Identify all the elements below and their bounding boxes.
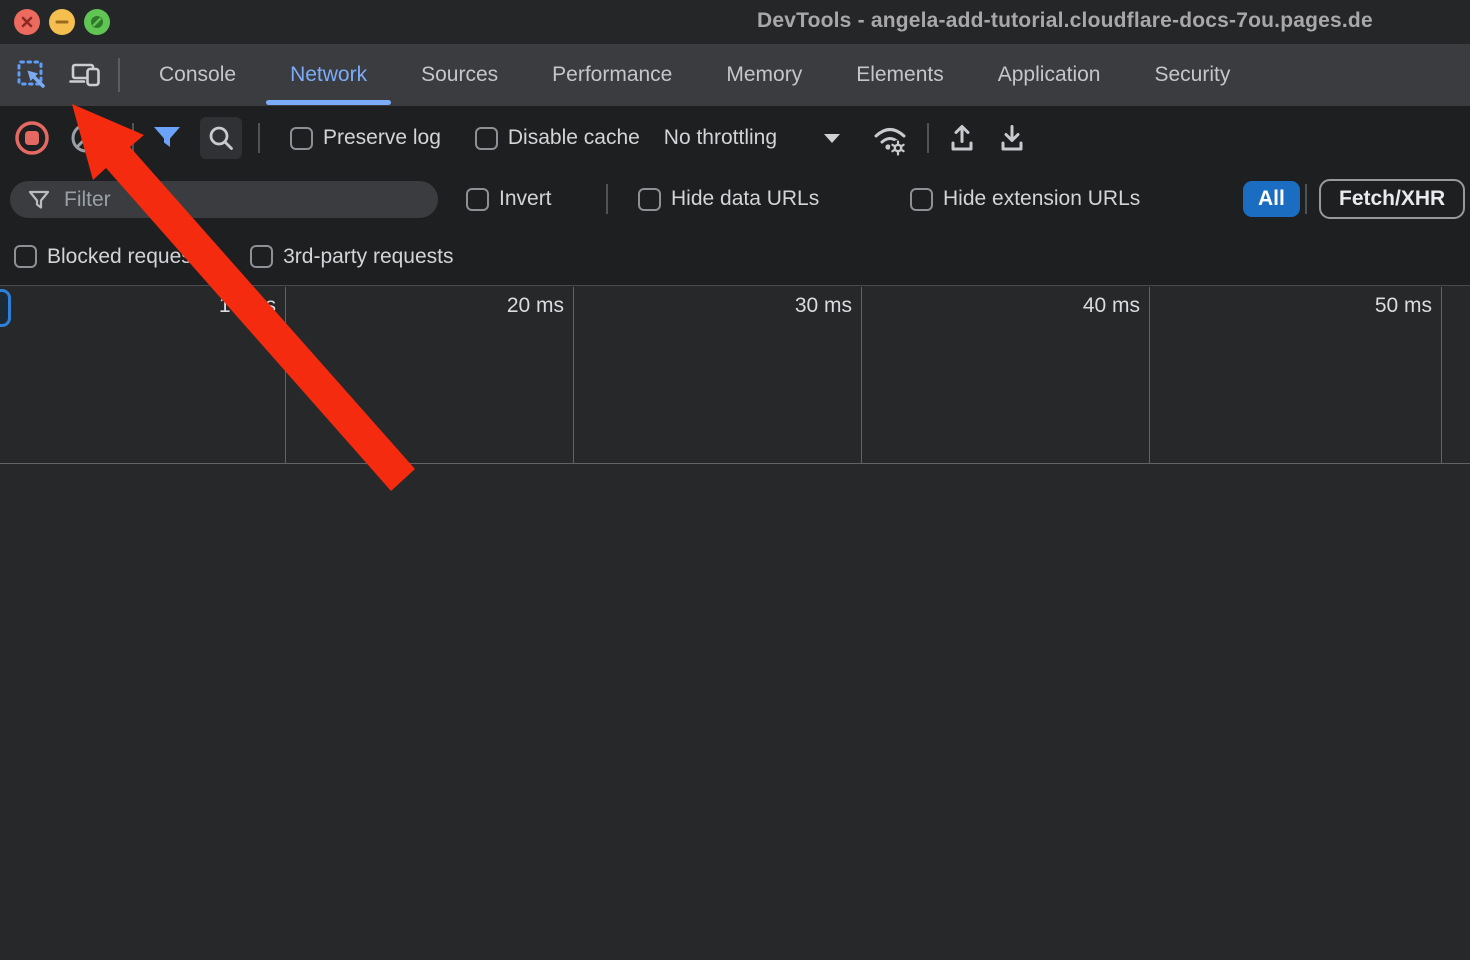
export-har-button[interactable]: [995, 121, 1029, 155]
timeline-tick: 10 ms: [219, 294, 276, 318]
device-toolbar-button[interactable]: [66, 53, 106, 97]
request-blocking-bar: Blocked requests 3rd-party requests: [0, 228, 1470, 286]
network-toolbar: Preserve log Disable cache No throttling: [0, 106, 1470, 170]
filter-input-pill[interactable]: [10, 181, 438, 218]
inspect-cursor-icon: [14, 57, 50, 93]
devtools-tab-bar: Console Network Sources Performance Memo…: [0, 44, 1470, 106]
checkbox-box[interactable]: [475, 127, 498, 150]
tab-sources[interactable]: Sources: [394, 44, 525, 106]
checkbox-box[interactable]: [638, 188, 661, 211]
clear-network-log-button[interactable]: [68, 120, 104, 156]
filterbar-divider: [1305, 184, 1307, 214]
third-party-requests-checkbox[interactable]: 3rd-party requests: [250, 245, 453, 269]
tab-elements[interactable]: Elements: [829, 44, 971, 106]
timeline-column: 10 ms: [0, 287, 286, 463]
filter-all-button[interactable]: All: [1243, 181, 1300, 217]
traffic-lights: [14, 9, 110, 35]
timeline-tick: 50 ms: [1375, 294, 1432, 318]
download-icon: [995, 121, 1029, 155]
hide-data-urls-checkbox[interactable]: Hide data URLs: [638, 170, 819, 228]
invert-label: Invert: [499, 187, 552, 211]
tabbar-divider: [118, 58, 120, 92]
blocked-requests-label: Blocked requests: [47, 245, 208, 269]
filter-funnel-icon: [150, 121, 184, 155]
zoom-window-button[interactable]: [84, 9, 110, 35]
filter-fetch-xhr-button[interactable]: Fetch/XHR: [1319, 179, 1465, 219]
tab-console[interactable]: Console: [132, 44, 263, 106]
timeline-column: 20 ms: [286, 287, 574, 463]
checkbox-box[interactable]: [466, 188, 489, 211]
throttling-dropdown[interactable]: No throttling: [664, 126, 841, 150]
import-har-button[interactable]: [945, 121, 979, 155]
clear-icon: [68, 120, 104, 156]
filterbar-divider: [606, 184, 608, 214]
device-toolbar-icon: [68, 57, 104, 93]
upload-icon: [945, 121, 979, 155]
close-window-button[interactable]: [14, 9, 40, 35]
title-bar: DevTools - angela-add-tutorial.cloudflar…: [0, 0, 1470, 44]
devtools-window: { "window": { "title": "DevTools - angel…: [0, 0, 1470, 960]
invert-checkbox[interactable]: Invert: [466, 170, 552, 228]
tab-security[interactable]: Security: [1127, 44, 1257, 106]
filter-toggle-button[interactable]: [150, 121, 184, 155]
disable-cache-label: Disable cache: [508, 126, 640, 150]
hide-extension-urls-label: Hide extension URLs: [943, 187, 1140, 211]
focused-element-fragment: [0, 289, 11, 327]
search-icon: [206, 123, 236, 153]
disable-cache-checkbox[interactable]: Disable cache: [475, 126, 640, 150]
checkbox-box[interactable]: [250, 245, 273, 268]
network-conditions-button[interactable]: [869, 119, 911, 157]
inspect-element-button[interactable]: [12, 53, 52, 97]
timeline-column: 40 ms: [862, 287, 1150, 463]
record-network-log-button[interactable]: [12, 118, 52, 158]
throttling-value: No throttling: [664, 126, 777, 150]
filter-input[interactable]: [64, 188, 394, 212]
minimize-icon: [51, 11, 73, 33]
toolbar-divider: [927, 123, 929, 153]
tab-application[interactable]: Application: [971, 44, 1128, 106]
preserve-log-checkbox[interactable]: Preserve log: [290, 126, 441, 150]
minimize-window-button[interactable]: [49, 9, 75, 35]
toolbar-divider: [258, 123, 260, 153]
checkbox-box[interactable]: [14, 245, 37, 268]
search-network-button[interactable]: [200, 117, 242, 159]
timeline-tick: 20 ms: [507, 294, 564, 318]
tab-memory[interactable]: Memory: [699, 44, 829, 106]
timeline-tick: 40 ms: [1083, 294, 1140, 318]
network-overview-timeline[interactable]: 10 ms 20 ms 30 ms 40 ms 50 ms: [0, 287, 1470, 464]
window-title: DevTools - angela-add-tutorial.cloudflar…: [757, 9, 1373, 33]
tab-network[interactable]: Network: [263, 44, 394, 106]
preserve-log-label: Preserve log: [323, 126, 441, 150]
record-stop-icon: [12, 118, 52, 158]
blocked-requests-checkbox[interactable]: Blocked requests: [14, 245, 208, 269]
close-icon: [16, 11, 38, 33]
hide-extension-urls-checkbox[interactable]: Hide extension URLs: [910, 170, 1140, 228]
chevron-down-icon: [823, 133, 841, 144]
third-party-requests-label: 3rd-party requests: [283, 245, 453, 269]
checkbox-box[interactable]: [910, 188, 933, 211]
toolbar-divider: [132, 123, 134, 153]
hide-data-urls-label: Hide data URLs: [671, 187, 819, 211]
wifi-gear-icon: [869, 119, 911, 157]
tab-performance[interactable]: Performance: [525, 44, 699, 106]
network-filter-bar: Invert Hide data URLs Hide extension URL…: [0, 170, 1470, 228]
timeline-column: 50 ms: [1150, 287, 1442, 463]
zoom-disabled-icon: [86, 11, 108, 33]
timeline-column: 30 ms: [574, 287, 862, 463]
requests-empty-panel: Recordi Perform a request: [0, 465, 1470, 960]
filter-outline-icon: [26, 187, 52, 213]
timeline-tick: 30 ms: [795, 294, 852, 318]
checkbox-box[interactable]: [290, 127, 313, 150]
